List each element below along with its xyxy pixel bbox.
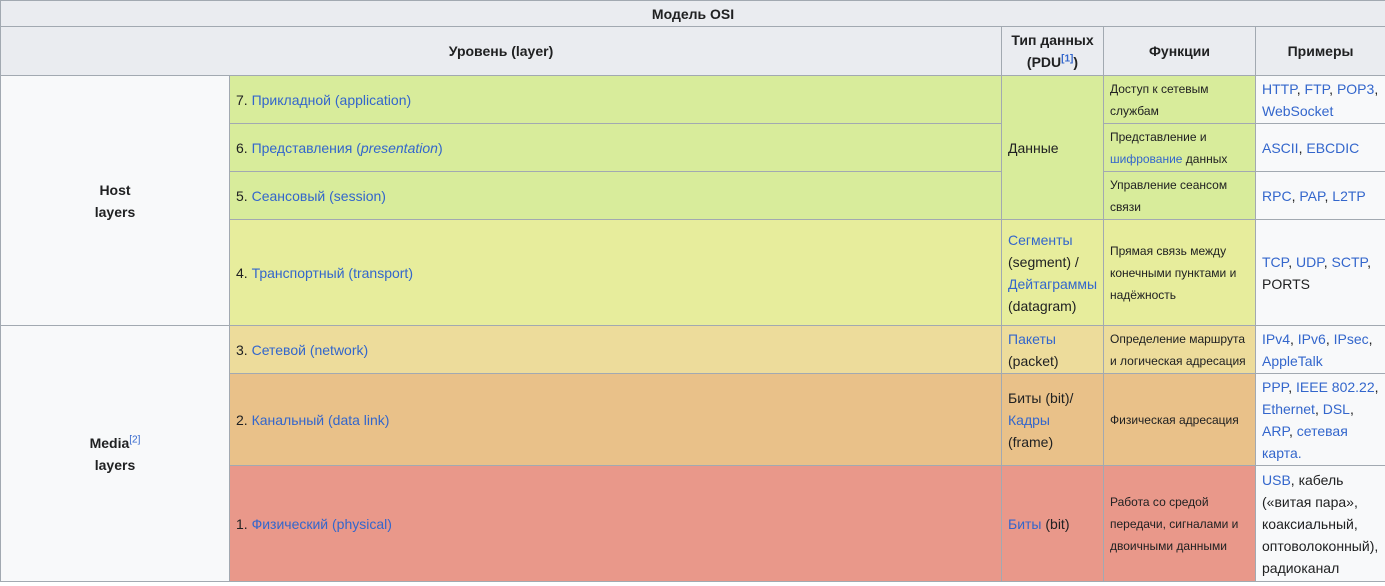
encryption-link[interactable]: шифрование [1110,152,1182,166]
layer-5-link[interactable]: Сеансовый (session) [252,188,386,204]
layer-6-examples: ASCII, EBCDIC [1254,123,1385,172]
layer-1-link[interactable]: Физический (physical) [252,516,392,532]
ex-ipv4-link[interactable]: IPv4 [1262,331,1290,347]
header-pdu: Тип данных (PDU[1]) [1001,26,1104,76]
layer-2-examples: PPP, IEEE 802.22, Ethernet, DSL, ARP, се… [1254,373,1385,466]
header-examples: Примеры [1254,26,1385,76]
ex-websocket-link[interactable]: WebSocket [1262,103,1333,119]
group-host-label-a: Host [99,181,131,198]
layer-6-name: Представления ( [251,139,361,156]
ex-dsl-link[interactable]: DSL [1323,401,1350,417]
ex-rpc-link[interactable]: RPC [1262,188,1292,204]
bits-bit-text: (bit) [1041,515,1070,532]
ex-ebcdic-link[interactable]: EBCDIC [1306,140,1359,156]
layer-3-link[interactable]: Сетевой (network) [252,342,369,358]
group-media-label-b: layers [94,456,136,473]
layer-3-function: Определение маршрута и логическая адреса… [1103,325,1256,374]
layer-2-link[interactable]: Канальный (data link) [252,412,390,428]
layer-7-examples: HTTP, FTP, POP3, WebSocket [1254,75,1385,124]
header-pdu-close: ) [1073,54,1079,70]
layer-3-pdu: Пакеты (packet) [1001,325,1104,374]
ex-pop3-link[interactable]: POP3 [1337,81,1374,97]
layer-1-function: Работа со средой передачи, сигналами и д… [1103,465,1256,582]
layer-5-num: 5. [236,187,248,204]
footnote-2-link[interactable]: [2] [129,434,140,445]
header-pdu-line1: Тип данных [1011,32,1094,48]
layer-5-function: Управление сеансом связи [1103,171,1256,220]
pdu-data-cell: Данные [1001,75,1104,220]
header-level: Уровень (layer) [0,26,1002,76]
frames-text: (frame) [1008,433,1054,450]
layer-2-function: Физическая адресация [1103,373,1256,466]
packets-text: (packet) [1008,352,1059,369]
layer-2-pdu: Биты (bit)/ Кадры (frame) [1001,373,1104,466]
ex-pap-link[interactable]: PAP [1299,188,1324,204]
group-media-label-a: Media [89,434,130,451]
layer-3-num: 3. [236,341,248,358]
header-functions: Функции [1103,26,1256,76]
ex-udp-link[interactable]: UDP [1296,254,1324,270]
ex-ethernet-link[interactable]: Ethernet [1262,401,1315,417]
ex-arp-link[interactable]: ARP [1262,423,1289,439]
layer-4-cell: 4. Транспортный (transport) [229,219,1002,326]
layer-7-cell: 7. Прикладной (application) [229,75,1002,124]
group-media-layers: Media[2] layers [0,325,230,582]
layer-7-link[interactable]: Прикладной (application) [252,92,412,108]
footnote-1-link[interactable]: [1] [1061,53,1073,64]
layer-3-cell: 3. Сетевой (network) [229,325,1002,374]
layer-6-name-italic: presentation [360,139,438,156]
segments-link[interactable]: Сегменты [1008,232,1073,248]
osi-table: Модель OSI Уровень (layer) Тип данных (P… [0,0,1385,582]
ex-ipv6-link[interactable]: IPv6 [1298,331,1326,347]
layer-1-pdu: Биты (bit) [1001,465,1104,582]
layer-4-link[interactable]: Транспортный (transport) [252,265,413,281]
packets-link[interactable]: Пакеты [1008,331,1056,347]
ex-ascii-link[interactable]: ASCII [1262,140,1299,156]
table-caption: Модель OSI [0,0,1385,27]
segments-text: (segment) / [1008,253,1079,270]
layer-3-examples: IPv4, IPv6, IPsec, AppleTalk [1254,325,1385,374]
header-pdu-line2: (PDU [1026,54,1062,70]
layer-6-function: Представление и шифрование данных [1103,123,1256,172]
ex-ftp-link[interactable]: FTP [1305,81,1330,97]
ex-http-link[interactable]: HTTP [1262,81,1297,97]
datagrams-text: (datagram) [1008,297,1077,314]
ex-ieee80222-link[interactable]: IEEE 802.22 [1296,379,1375,395]
layer-6-num: 6. [236,139,248,156]
layer-5-cell: 5. Сеансовый (session) [229,171,1002,220]
layer-5-examples: RPC, PAP, L2TP [1254,171,1385,220]
layer-4-function: Прямая связь между конечными пунктами и … [1103,219,1256,326]
layer-4-examples: TCP, UDP, SCTP, PORTS [1254,219,1385,326]
ex-l2tp-link[interactable]: L2TP [1332,188,1365,204]
layer-7-num: 7. [236,91,248,108]
layer-7-function: Доступ к сетевым службам [1103,75,1256,124]
ex-usb-link[interactable]: USB [1262,472,1291,488]
ex-appletalk-link[interactable]: AppleTalk [1262,353,1323,369]
layer-4-num: 4. [236,264,248,281]
group-host-label-b: layers [94,203,136,220]
bits-text: Биты (bit)/ [1008,389,1074,406]
ex-sctp-link[interactable]: SCTP [1332,254,1368,270]
bits-link[interactable]: Биты [1008,516,1041,532]
layer-1-cell: 1. Физический (physical) [229,465,1002,582]
layer-2-num: 2. [236,411,248,428]
layer-6-name-end: ) [437,139,443,156]
layer-4-pdu: Сегменты (segment) / Дейтаграммы (datagr… [1001,219,1104,326]
frames-link[interactable]: Кадры [1008,412,1050,428]
layer-6-func-a: Представление и [1110,129,1207,144]
layer-6-link[interactable]: Представления (presentation) [252,140,443,156]
layer-2-cell: 2. Канальный (data link) [229,373,1002,466]
datagrams-link[interactable]: Дейтаграммы [1008,276,1097,292]
layer-6-func-b: данных [1182,151,1228,166]
layer-1-examples: USB, кабель («витая пара», коаксиальный,… [1254,465,1385,582]
layer-6-cell: 6. Представления (presentation) [229,123,1002,172]
ex-tcp-link[interactable]: TCP [1262,254,1288,270]
ex-ipsec-link[interactable]: IPsec [1334,331,1369,347]
ex-ppp-link[interactable]: PPP [1262,379,1288,395]
ex-ports-text: PORTS [1262,275,1310,292]
group-host-layers: Host layers [0,75,230,326]
layer-1-num: 1. [236,515,248,532]
